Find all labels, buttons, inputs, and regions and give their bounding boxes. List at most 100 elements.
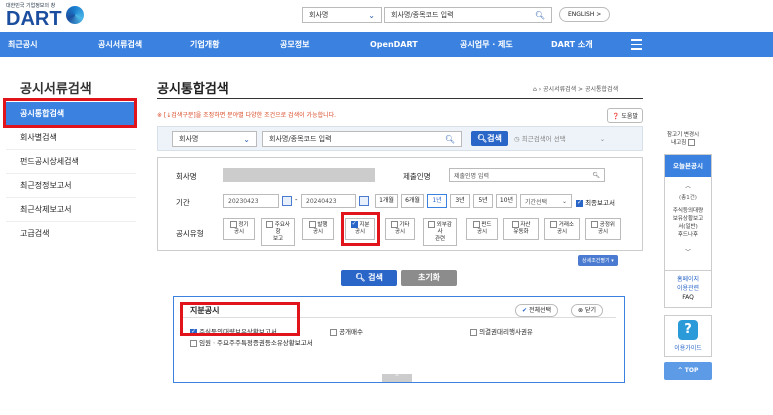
search-icon[interactable]: 🔍︎ bbox=[535, 11, 545, 20]
help-button[interactable]: ❓ 도움말 bbox=[607, 108, 643, 123]
calendar-icon[interactable] bbox=[359, 196, 369, 206]
type-exchange[interactable]: 거래소 공시 bbox=[544, 218, 580, 240]
type-securitization[interactable]: 자산 유동화 bbox=[503, 218, 539, 240]
checkbox-icon bbox=[428, 221, 436, 228]
calendar-icon[interactable] bbox=[282, 196, 292, 206]
checkbox-icon bbox=[308, 221, 316, 228]
quick-menu-title: 참고기 변경시 내고침 bbox=[667, 132, 700, 146]
recent-search-select[interactable]: ◷ 최근검색어 선택 ⌄ bbox=[514, 133, 605, 143]
today-item[interactable]: 주식등의대량 보유상황보고 서(일반) 후드나후 bbox=[665, 207, 711, 239]
logo-swirl-icon bbox=[66, 6, 84, 24]
period-6month[interactable]: 6개월 bbox=[401, 194, 424, 208]
home-icon[interactable]: ⌂ › bbox=[533, 86, 543, 93]
checkbox-icon[interactable] bbox=[688, 139, 696, 146]
top-button[interactable]: ^ TOP bbox=[664, 362, 712, 380]
item-proxy[interactable]: 의결권대리행사권유 bbox=[470, 326, 533, 336]
submitter-label: 제출인명 bbox=[403, 172, 431, 181]
page-title: 공시통합검색 bbox=[157, 82, 229, 97]
period-10year[interactable]: 10년 bbox=[496, 194, 517, 208]
chevron-down-icon: ⌄ bbox=[368, 10, 375, 20]
left-menu-company-search[interactable]: 회사별검색 bbox=[6, 126, 136, 150]
checkbox-icon bbox=[229, 221, 237, 228]
left-menu-title: 공시서류검색 bbox=[20, 82, 92, 97]
search-icon[interactable]: 🔍︎ bbox=[592, 172, 600, 179]
nav-company[interactable]: 기업개황 bbox=[190, 32, 219, 57]
nav-about[interactable]: DART 소개 bbox=[551, 32, 593, 57]
period-5year[interactable]: 5년 bbox=[473, 194, 493, 208]
top-search-button[interactable]: 🔍︎검색 bbox=[471, 131, 508, 146]
submitter-input[interactable]: 제출인명 입력 🔍︎ bbox=[449, 168, 605, 182]
chevron-down-icon: ⌄ bbox=[599, 135, 606, 143]
type-ftc[interactable]: 공정위 공시 bbox=[585, 218, 621, 240]
period-3year[interactable]: 3년 bbox=[450, 194, 470, 208]
question-icon: ? bbox=[678, 320, 698, 340]
highlight-box bbox=[3, 98, 137, 128]
checkbox-icon bbox=[330, 328, 337, 336]
search-button[interactable]: 🔍︎ 검색 bbox=[341, 270, 397, 286]
down-arrow-icon[interactable]: ﹀ bbox=[665, 247, 711, 256]
today-disclosure-head: 오늘본공시 bbox=[665, 155, 711, 177]
period-1month[interactable]: 1개월 bbox=[375, 194, 398, 208]
type-label: 공시유형 bbox=[176, 229, 204, 238]
faq-link[interactable]: 홈페이지 이용관련 FAQ bbox=[664, 270, 712, 308]
item-executive-holding[interactable]: 임원ㆍ주요주주특정증권등소유상황보고서 bbox=[190, 339, 330, 347]
close-button[interactable]: ⊗ 닫기 bbox=[571, 304, 603, 317]
header-search-type-select[interactable]: 회사명 ⌄ bbox=[302, 7, 382, 23]
header-search-input[interactable]: 회사명/종목코드 입력 🔍︎ bbox=[384, 7, 552, 23]
guide-link[interactable]: ? 이용가이드 bbox=[664, 315, 712, 357]
search-form: 회사명 제출인명 제출인명 입력 🔍︎ 기간 20230423 - 2024042… bbox=[157, 157, 643, 251]
checkbox-icon bbox=[190, 339, 197, 347]
detail-expand-button[interactable]: 상세조건펼기 ▾ bbox=[578, 255, 618, 266]
latest-report-checkbox[interactable]: 최종보고서 bbox=[576, 197, 615, 207]
hamburger-menu-icon[interactable] bbox=[631, 39, 642, 53]
search-icon[interactable]: 🔍︎ bbox=[445, 135, 455, 144]
left-menu-advanced[interactable]: 고급검색 bbox=[6, 222, 136, 246]
breadcrumb: ⌂ › 공시서류검색 > 공시통합검색 bbox=[533, 86, 619, 93]
item-tender-offer[interactable]: 공개매수 bbox=[330, 326, 363, 336]
left-menu-fund-search[interactable]: 펀드공시상세검색 bbox=[6, 150, 136, 174]
count: (총1건) bbox=[679, 195, 697, 201]
type-other[interactable]: 기타 공시 bbox=[385, 218, 415, 240]
checkbox-icon bbox=[511, 221, 519, 228]
english-button[interactable]: ENGLISH > bbox=[559, 7, 611, 22]
today-disclosure-box: 오늘본공시 ︿ (총1건) 주식등의대량 보유상황보고 서(일반) 후드나후 ﹀ bbox=[664, 154, 712, 287]
date-from-input[interactable]: 20230423 bbox=[223, 194, 279, 208]
nav-recent[interactable]: 최근공시 bbox=[8, 32, 37, 57]
notice-text: ※ [↓검색구분]을 조정하면 분야별 다양한 조건으로 검색이 가능합니다. bbox=[157, 112, 337, 119]
up-arrow-icon[interactable]: ︿ bbox=[665, 181, 711, 190]
left-menu-recent-deletion[interactable]: 최근삭제보고서 bbox=[6, 198, 136, 222]
title-divider bbox=[157, 98, 643, 99]
nav-opendart[interactable]: OpenDART bbox=[370, 32, 418, 57]
period-1year[interactable]: 1년 bbox=[427, 194, 447, 208]
type-regular[interactable]: 정기 공시 bbox=[223, 218, 255, 240]
company-search-input[interactable]: 회사명/종목코드 입력 🔍︎ bbox=[262, 131, 462, 147]
left-menu-recent-correction[interactable]: 최근정정보고서 bbox=[6, 174, 136, 198]
company-label: 회사명 bbox=[176, 172, 197, 181]
nav-work[interactable]: 공시업무 · 제도 bbox=[460, 32, 513, 57]
search-type-select[interactable]: 회사명 ⌄ bbox=[172, 131, 257, 147]
period-select[interactable]: 기간선택 ⌄ bbox=[520, 194, 572, 208]
period-label: 기간 bbox=[176, 198, 190, 207]
checkbox-icon bbox=[470, 328, 477, 336]
type-fund[interactable]: 펀드 공시 bbox=[466, 218, 498, 240]
checkbox-icon bbox=[390, 221, 398, 228]
chevron-down-icon: ⌄ bbox=[243, 134, 250, 144]
type-issuance[interactable]: 발행 공시 bbox=[302, 218, 334, 240]
checkbox-icon bbox=[591, 221, 599, 228]
type-audit[interactable]: 외부감 사 관련 bbox=[423, 218, 457, 246]
checkbox-icon bbox=[266, 221, 274, 228]
dart-logo[interactable]: DART bbox=[6, 8, 62, 31]
checkbox-icon bbox=[550, 221, 558, 228]
nav-offering[interactable]: 공모정보 bbox=[280, 32, 309, 57]
checkbox-icon bbox=[472, 221, 480, 228]
nav-search[interactable]: 공시서류검색 bbox=[98, 32, 142, 57]
type-major[interactable]: 주요사 항 보고 bbox=[261, 218, 295, 246]
search-bar: 회사명 ⌄ 회사명/종목코드 입력 🔍︎ 🔍︎검색 ◷ 최근검색어 선택 ⌄ bbox=[157, 126, 643, 151]
collapse-tab[interactable]: ^ bbox=[382, 374, 412, 382]
date-to-input[interactable]: 20240423 bbox=[301, 194, 356, 208]
select-all-button[interactable]: ✔ 전체선택 bbox=[515, 304, 559, 317]
chevron-down-icon: ⌄ bbox=[561, 197, 567, 205]
company-field[interactable] bbox=[223, 168, 375, 182]
reset-button[interactable]: 초기화 bbox=[401, 270, 457, 286]
close-icon: ⊗ bbox=[578, 307, 584, 314]
